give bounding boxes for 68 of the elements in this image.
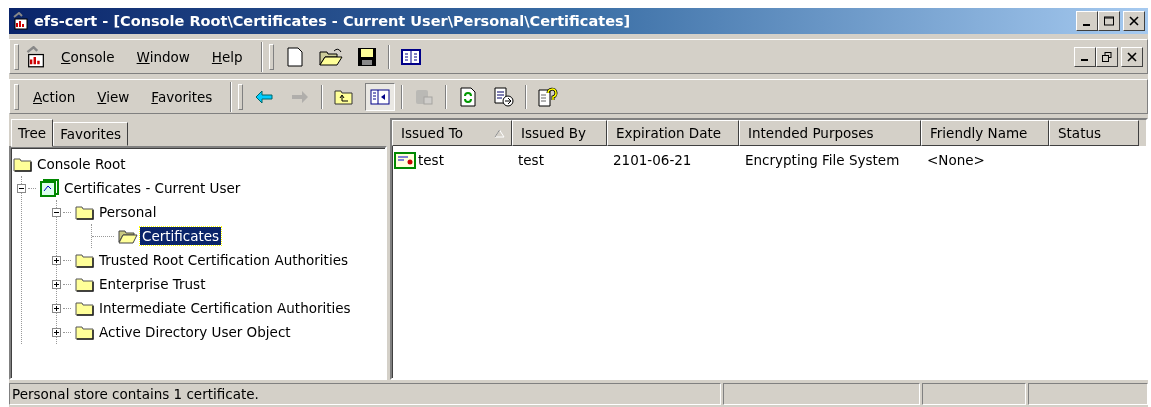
column-header[interactable]: Expiration Date	[607, 120, 739, 146]
console-app-icon	[25, 45, 47, 68]
open-folder-icon	[118, 228, 138, 244]
tree-item[interactable]: Trusted Root Certification Authorities	[97, 251, 350, 269]
sort-ascending-icon	[494, 128, 505, 138]
column-header[interactable]: Issued By	[512, 120, 607, 146]
table-cell: 2101-06-21	[613, 152, 692, 168]
tree-item[interactable]: Certificates	[140, 227, 222, 245]
menu-item[interactable]: Favorites	[143, 88, 221, 105]
tree-item[interactable]: Active Directory User Object	[97, 323, 293, 341]
minimize-icon	[1080, 59, 1088, 61]
folder-icon	[75, 324, 95, 340]
table-cell: test	[518, 152, 544, 168]
help-icon	[538, 86, 559, 107]
tab[interactable]: Tree	[11, 119, 54, 147]
folder-icon	[75, 252, 95, 268]
expand-toggle[interactable]	[52, 327, 61, 337]
close-button[interactable]	[1121, 46, 1143, 67]
up-folder-icon	[334, 87, 355, 106]
folder-icon	[13, 156, 33, 172]
tree-item[interactable]: Personal	[97, 203, 159, 221]
minimize-icon	[1082, 23, 1090, 26]
restore-icon	[1102, 51, 1112, 62]
close-button[interactable]	[1123, 11, 1145, 31]
refresh-icon	[459, 86, 478, 107]
table-cell: <None>	[927, 152, 985, 168]
tree-item[interactable]: Certificates - Current User	[62, 179, 243, 197]
menu-item[interactable]: Window	[128, 48, 198, 65]
show-tree-icon	[370, 88, 391, 105]
folder-icon	[75, 204, 95, 220]
minimize-button[interactable]	[1076, 11, 1098, 31]
column-header[interactable]: Intended Purposes	[739, 120, 921, 146]
menu-item[interactable]: View	[89, 88, 138, 105]
folder-icon	[75, 300, 95, 316]
forward-arrow-icon	[291, 89, 310, 104]
maximize-button[interactable]	[1098, 11, 1120, 31]
maximize-icon	[1104, 16, 1114, 26]
status-text: Personal store contains 1 certificate.	[9, 383, 721, 405]
expand-toggle[interactable]	[52, 255, 61, 265]
column-header[interactable]: Friendly Name	[921, 120, 1049, 146]
back-arrow-icon	[255, 89, 274, 104]
close-icon	[1127, 51, 1137, 62]
export-list-icon	[494, 86, 515, 107]
expand-toggle[interactable]	[52, 303, 61, 313]
certificate-icon	[394, 151, 416, 169]
menu-item[interactable]: Console	[53, 48, 123, 65]
column-header[interactable]: Issued To	[392, 120, 512, 146]
window-title: efs-cert - [Console Root\Certificates - Current User\Personal\Certificates]	[34, 13, 631, 29]
folder-icon	[75, 276, 95, 292]
tree-item[interactable]: Intermediate Certification Authorities	[97, 299, 353, 317]
certificate-snapin-icon	[40, 179, 60, 197]
collapse-toggle[interactable]	[52, 207, 61, 217]
console-app-icon	[12, 12, 30, 30]
tab[interactable]: Favorites	[53, 122, 129, 146]
close-icon	[1129, 16, 1139, 26]
restore-button[interactable]	[1096, 46, 1118, 67]
tree-item[interactable]: Enterprise Trust	[97, 275, 208, 293]
toolbar-button[interactable]	[365, 82, 396, 111]
column-header[interactable]: Status	[1049, 120, 1139, 146]
properties-icon	[414, 87, 435, 106]
minimize-button[interactable]	[1074, 46, 1096, 67]
menu-item[interactable]: Action	[25, 88, 84, 105]
table-cell: test	[418, 152, 444, 168]
tree-item[interactable]: Console Root	[35, 155, 128, 173]
collapse-toggle[interactable]	[17, 183, 26, 193]
expand-toggle[interactable]	[52, 279, 61, 289]
table-cell: Encrypting File System	[745, 152, 900, 168]
menu-item[interactable]: Help	[203, 48, 251, 65]
